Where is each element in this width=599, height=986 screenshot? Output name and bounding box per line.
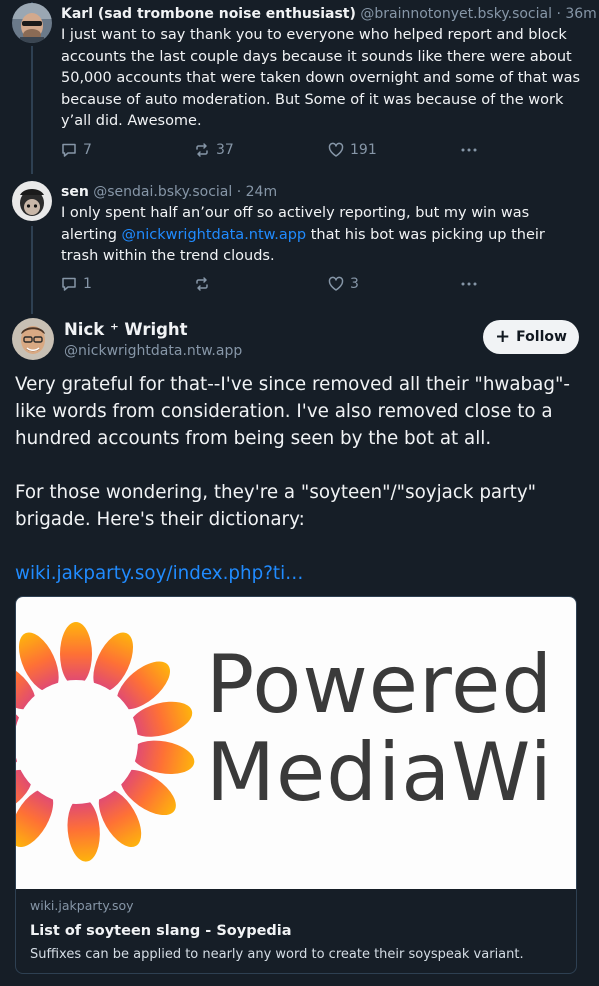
like-count: 191 — [350, 142, 377, 158]
post-header: Karl (sad trombone noise enthusiast) @br… — [61, 4, 597, 24]
timestamp[interactable]: 24m — [246, 184, 277, 200]
reply-icon — [61, 276, 77, 292]
post-paragraph: Very grateful for that--I've since remov… — [15, 374, 570, 449]
link-preview-image-text: Powered b MediaWi — [206, 638, 576, 819]
more-button[interactable] — [460, 142, 478, 158]
reply-post[interactable]: sen @sendai.bsky.social · 24m I only spe… — [61, 182, 586, 268]
display-name[interactable]: Nick ⁺ Wright — [64, 320, 188, 339]
avatar[interactable] — [12, 318, 54, 360]
thread-connector — [31, 46, 33, 174]
post-thread: Karl (sad trombone noise enthusiast) @br… — [0, 0, 599, 986]
like-count: 3 — [350, 276, 359, 292]
link-preview-card[interactable]: Powered b MediaWi wiki.jakparty.soy List… — [15, 596, 577, 974]
separator: · — [236, 184, 242, 200]
separator: · — [556, 6, 561, 22]
repost-icon — [194, 276, 210, 292]
link-domain: wiki.jakparty.soy — [30, 898, 134, 913]
link-preview-image: Powered b MediaWi — [16, 597, 576, 889]
mention-link[interactable]: @nickwrightdata.ntw.app — [122, 227, 307, 243]
thread-connector — [31, 226, 33, 314]
link-preview-meta: wiki.jakparty.soy List of soyteen slang … — [30, 897, 570, 965]
avatar[interactable] — [12, 181, 52, 221]
reply-count: 1 — [83, 276, 92, 292]
display-name[interactable]: sen — [61, 184, 89, 200]
avatar[interactable] — [12, 3, 52, 43]
post-text: I only spent half an’our off so actively… — [61, 203, 586, 268]
link-description: Suffixes can be applied to nearly any wo… — [30, 947, 524, 962]
timestamp[interactable]: 36m — [565, 6, 596, 22]
like-icon — [328, 142, 344, 158]
display-name[interactable]: Karl (sad trombone noise enthusiast) — [61, 6, 356, 22]
like-button[interactable]: 3 — [328, 276, 359, 292]
handle[interactable]: @brainnotonyet.bsky.social — [360, 6, 552, 22]
repost-button[interactable]: 37 — [194, 142, 234, 158]
more-icon — [460, 276, 478, 292]
post-actions: 1 3 — [61, 276, 501, 296]
post-link[interactable]: wiki.jakparty.soy/index.php?ti… — [15, 563, 303, 584]
follow-button[interactable]: + Follow — [483, 320, 579, 354]
repost-icon — [194, 142, 210, 158]
post-text: Very grateful for that--I've since remov… — [15, 371, 585, 587]
post-text: I just want to say thank you to everyone… — [61, 27, 581, 129]
follow-label: Follow — [516, 329, 567, 345]
reply-button[interactable]: 1 — [61, 276, 92, 292]
like-icon — [328, 276, 344, 292]
post-header: sen @sendai.bsky.social · 24m — [61, 182, 586, 202]
reply-icon — [61, 142, 77, 158]
more-button[interactable] — [460, 276, 478, 292]
handle[interactable]: @sendai.bsky.social — [93, 184, 232, 200]
handle[interactable]: @nickwrightdata.ntw.app — [64, 343, 242, 359]
reply-button[interactable]: 7 — [61, 142, 92, 158]
post-actions: 7 37 191 — [61, 142, 501, 162]
reply-count: 7 — [83, 142, 92, 158]
plus-icon: + — [495, 326, 511, 347]
post-paragraph: For those wondering, they're a "soyteen"… — [15, 482, 537, 530]
more-icon — [460, 142, 478, 158]
like-button[interactable]: 191 — [328, 142, 377, 158]
repost-button[interactable] — [194, 276, 216, 292]
repost-count: 37 — [216, 142, 234, 158]
link-title: List of soyteen slang - Soypedia — [30, 923, 292, 939]
reply-post[interactable]: Karl (sad trombone noise enthusiast) @br… — [61, 4, 597, 133]
